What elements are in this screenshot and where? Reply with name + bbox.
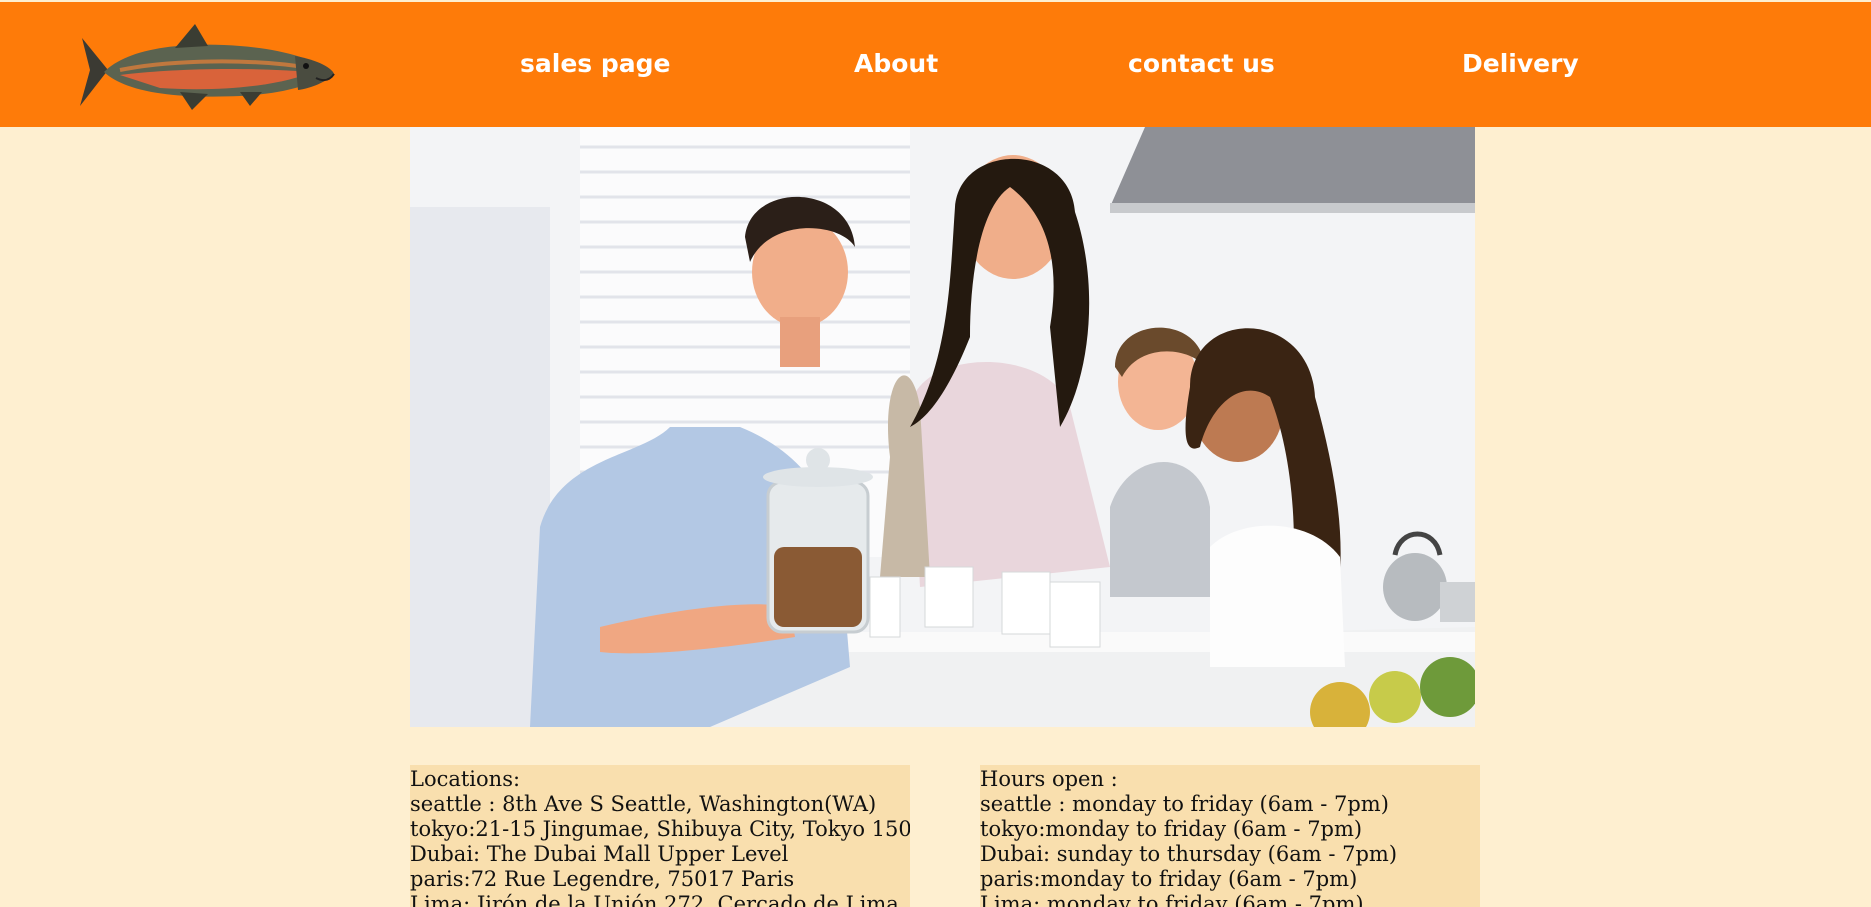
hero-image [410,127,1475,727]
hours-line: Dubai: sunday to thursday (6am - 7pm) [980,842,1398,866]
location-line: Dubai: The Dubai Mall Upper Level [410,842,789,866]
location-line: seattle : 8th Ave S Seattle, Washington(… [410,792,877,816]
location-line: tokyo:21-15 Jingumae, Shibuya City, Toky… [410,817,910,841]
salmon-fish-logo[interactable] [80,20,335,112]
hours-line: seattle : monday to friday (6am - 7pm) [980,792,1389,816]
hours-box: Hours open : seattle : monday to friday … [980,765,1480,907]
nav-contact-us-link[interactable]: contact us [1128,46,1275,82]
nav-sales-page-link[interactable]: sales page [520,46,670,82]
locations-box: Locations: seattle : 8th Ave S Seattle, … [410,765,910,907]
nav-delivery-link[interactable]: Delivery [1462,46,1579,82]
location-line: Lima: Jirón de la Unión 272, Cercado de … [410,892,899,907]
family-in-kitchen-photo [410,127,1475,727]
locations-heading: Locations: [410,767,521,791]
hours-line: Lima: monday to friday (6am - 7pm) [980,892,1364,907]
location-line: paris:72 Rue Legendre, 75017 Paris [410,867,795,891]
hours-line: tokyo:monday to friday (6am - 7pm) [980,817,1363,841]
hours-heading: Hours open : [980,767,1118,791]
nav-about-link[interactable]: About [854,46,938,82]
header-bar: sales page About contact us Delivery [0,2,1871,127]
hours-line: paris:monday to friday (6am - 7pm) [980,867,1358,891]
